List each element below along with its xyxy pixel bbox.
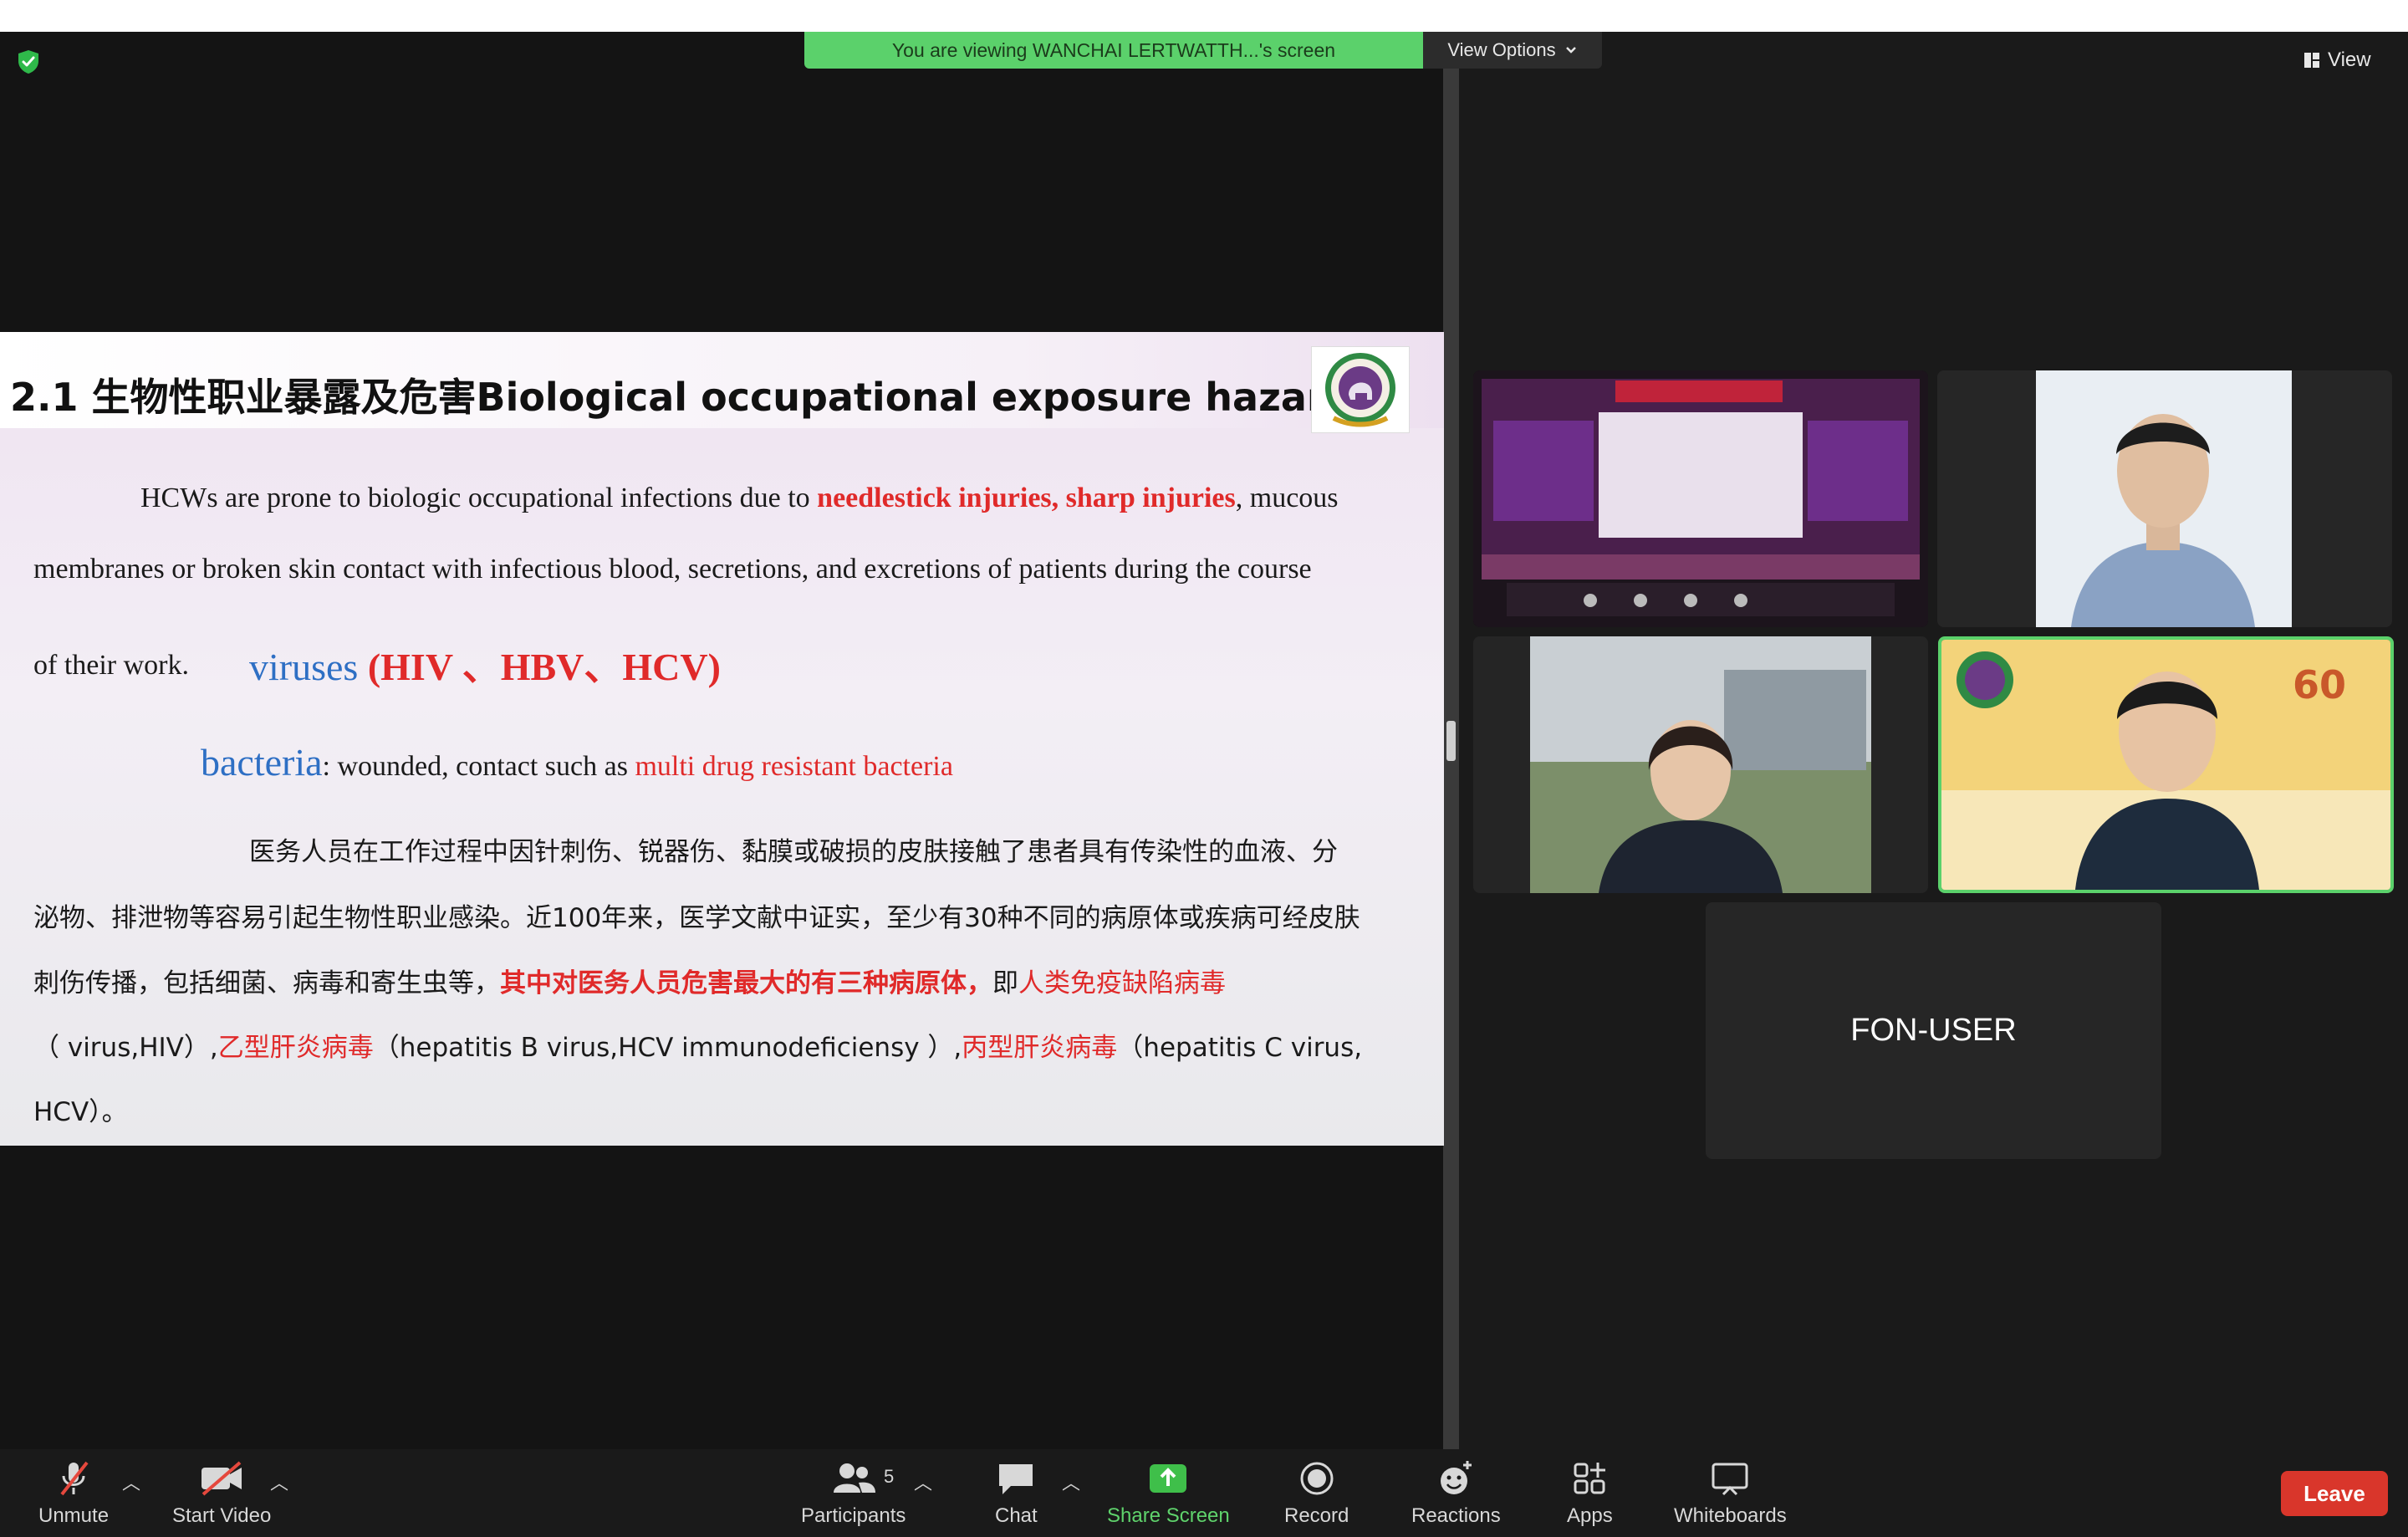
chat-button[interactable]: Chat — [995, 1459, 1038, 1528]
whiteboards-label: Whiteboards — [1674, 1504, 1787, 1527]
participant-video-conference-room[interactable] — [1473, 370, 1928, 627]
participant-video-woman[interactable] — [1473, 636, 1928, 893]
record-icon — [1300, 1462, 1334, 1495]
cn-line-3-highlight: 其中对医务人员危害最大的有三种病原体， — [500, 968, 992, 998]
viruses-line: viruses (HIV 、HBV、HCV) — [249, 636, 721, 692]
university-logo — [1311, 346, 1410, 433]
share-screen-icon — [1150, 1464, 1187, 1493]
viruses-list: (HIV 、HBV、HCV) — [367, 646, 721, 688]
shared-slide: 2.1 生物性职业暴露及危害Biological occupational ex… — [0, 332, 1444, 1146]
leave-label: Leave — [2303, 1480, 2365, 1506]
view-options-button[interactable]: View Options — [1423, 32, 1602, 69]
start-video-label: Start Video — [172, 1504, 272, 1527]
mic-muted-icon — [60, 1461, 89, 1496]
whiteboards-button[interactable]: Whiteboards — [1674, 1459, 1787, 1528]
divider-handle[interactable] — [1446, 721, 1456, 761]
cn-line-4-end: （hepatitis C virus, — [1117, 1033, 1363, 1063]
reactions-label: Reactions — [1411, 1504, 1501, 1527]
participant-video-active-speaker[interactable]: 60 — [1938, 636, 2394, 893]
cn-line-4-hcv: 丙型肝炎病毒 — [962, 1033, 1118, 1063]
elephant-seal-icon — [1325, 353, 1395, 427]
share-screen-label: Share Screen — [1107, 1504, 1230, 1527]
video-thumbnail — [1473, 370, 1928, 627]
video-thumbnail — [1937, 370, 2392, 627]
top-strip — [0, 0, 2408, 32]
cn-line-1: 医务人员在工作过程中因针刺伤、锐器伤、黏膜或破损的皮肤接触了患者具有传染性的血液… — [249, 837, 1338, 867]
participants-count: 5 — [884, 1466, 895, 1487]
reactions-icon — [1441, 1461, 1472, 1494]
apps-label: Apps — [1567, 1504, 1613, 1527]
participant-name: FON-USER — [1850, 1013, 2017, 1048]
apps-icon — [1574, 1463, 1606, 1494]
participant-video-man[interactable] — [1937, 370, 2392, 627]
participant-tile-fon-user[interactable]: FON-USER — [1706, 902, 2161, 1159]
video-options-caret[interactable]: ︿ — [270, 1468, 288, 1495]
video-thumbnail: 60 — [1941, 640, 2390, 890]
participants-icon — [833, 1463, 875, 1493]
cn-line-3-mid: 即 — [992, 968, 1018, 998]
reactions-button[interactable]: Reactions — [1411, 1459, 1501, 1528]
video-thumbnail — [1473, 636, 1928, 893]
en-line-1-end: , mucous — [1235, 483, 1339, 513]
whiteboard-icon — [1712, 1463, 1748, 1496]
bacteria-text: : wounded, contact such as — [322, 751, 635, 782]
cn-line-3: 刺伤传播，包括细菌、病毒和寄生虫等，其中对医务人员危害最大的有三种病原体，即人类… — [33, 962, 1226, 999]
screen-share-banner: You are viewing WANCHAI LERTWATTH...'s s… — [804, 32, 1423, 69]
cn-line-3-hiv: 人类免疫缺陷病毒 — [1018, 968, 1226, 998]
svg-text:60: 60 — [2293, 662, 2346, 707]
viruses-label: viruses — [249, 646, 359, 688]
chat-icon — [999, 1464, 1033, 1494]
participants-options-caret[interactable]: ︿ — [914, 1468, 932, 1495]
record-label: Record — [1284, 1504, 1349, 1527]
en-line-1-highlight: needlestick injuries, sharp injuries — [817, 483, 1236, 513]
grid-view-icon — [2304, 53, 2319, 68]
leave-button[interactable]: Leave — [2281, 1471, 2388, 1516]
cn-line-3-text: 刺伤传播，包括细菌、病毒和寄生虫等， — [33, 968, 500, 998]
en-line-1: HCWs are prone to biologic occupational … — [140, 483, 1339, 514]
cn-line-5: HCV）。 — [33, 1097, 128, 1127]
participants-label: Participants — [801, 1504, 906, 1527]
video-off-icon — [202, 1461, 242, 1496]
cn-line-4-mid: （hepatitis B virus,HCV immunodeficiensy … — [373, 1033, 962, 1063]
en-line-3: of their work. — [33, 650, 190, 681]
view-options-label: View Options — [1447, 39, 1556, 60]
slide-title: 2.1 生物性职业暴露及危害Biological occupational ex… — [10, 375, 1376, 420]
cn-line-4-text: （ virus,HIV）, — [33, 1033, 218, 1063]
record-button[interactable]: Record — [1284, 1459, 1349, 1528]
en-line-1-text: HCWs are prone to biologic occupational … — [140, 483, 818, 513]
cn-line-4: （ virus,HIV）,乙型肝炎病毒（hepatitis B virus,HC… — [33, 1026, 1362, 1064]
bacteria-line: bacteria: wounded, contact such as multi… — [201, 740, 953, 784]
unmute-button[interactable]: Unmute — [38, 1459, 109, 1528]
en-line-2: membranes or broken skin contact with in… — [33, 554, 1312, 585]
bacteria-label: bacteria — [201, 741, 323, 784]
chat-options-caret[interactable]: ︿ — [1062, 1468, 1080, 1495]
start-video-button[interactable]: Start Video — [172, 1459, 271, 1528]
bacteria-highlight: multi drug resistant bacteria — [635, 751, 953, 782]
audio-options-caret[interactable]: ︿ — [122, 1468, 140, 1495]
chevron-down-icon — [1565, 47, 1576, 54]
apps-button[interactable]: Apps — [1567, 1459, 1613, 1528]
view-label: View — [2328, 49, 2371, 71]
shield-check-icon[interactable] — [15, 49, 42, 75]
unmute-label: Unmute — [38, 1504, 110, 1527]
chat-label: Chat — [995, 1504, 1038, 1527]
cn-line-2: 泌物、排泄物等容易引起生物性职业感染。近100年来，医学文献中证实，至少有30种… — [33, 903, 1360, 933]
banner-text: You are viewing WANCHAI LERTWATTH...'s s… — [891, 38, 1336, 61]
view-button[interactable]: View — [2303, 45, 2371, 75]
share-screen-button[interactable]: Share Screen — [1107, 1459, 1230, 1528]
cn-line-4-hbv: 乙型肝炎病毒 — [217, 1033, 374, 1063]
